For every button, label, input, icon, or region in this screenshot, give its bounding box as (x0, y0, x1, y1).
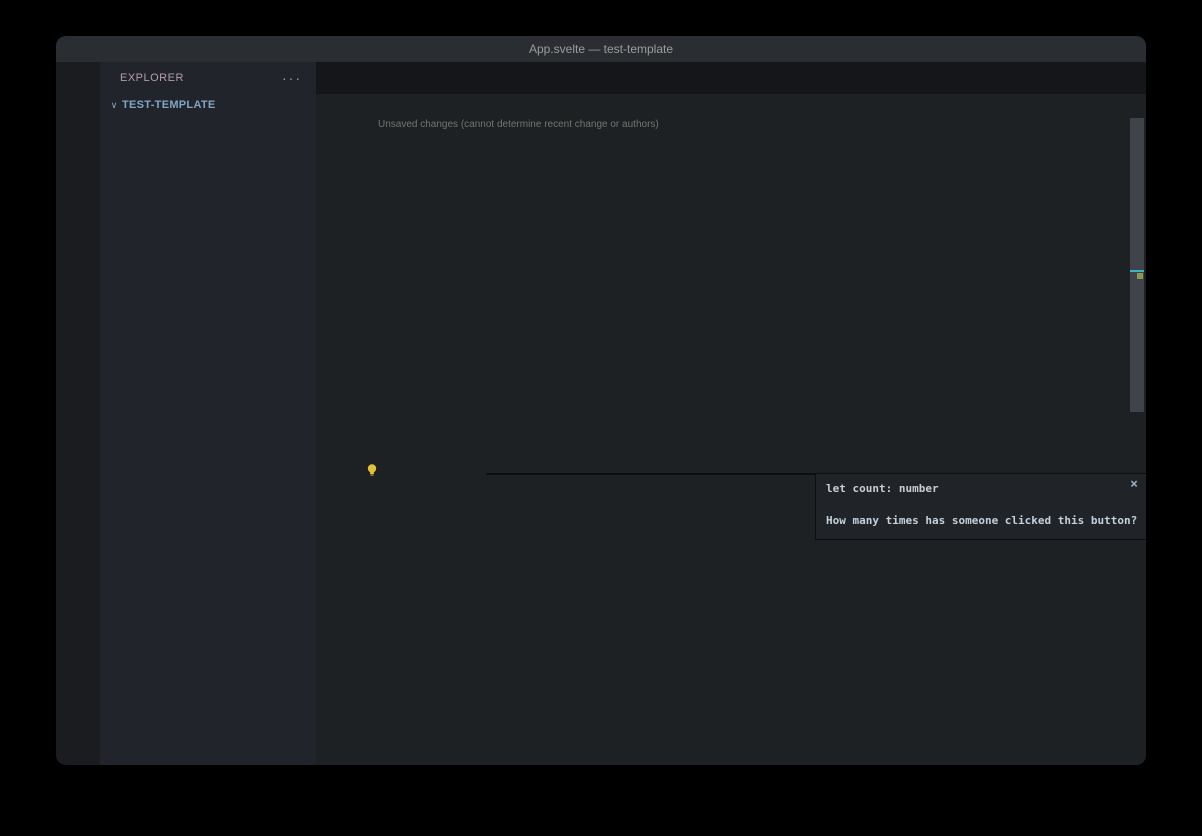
screen: App.svelte — test-template EXPLORER ··· … (0, 0, 1202, 836)
minimize-window-button[interactable] (88, 43, 100, 55)
scrollbar-thumb[interactable] (1130, 118, 1144, 412)
breadcrumb (316, 94, 1146, 116)
sidebar-header: EXPLORER ··· (100, 62, 316, 94)
project-root-label: TEST-TEMPLATE (122, 99, 216, 111)
tab-bar (316, 62, 1146, 94)
editor-actions (1132, 62, 1146, 94)
sidebar-title: EXPLORER (120, 72, 282, 84)
title-bar[interactable]: App.svelte — test-template (56, 36, 1146, 62)
overview-modified-marker (1137, 273, 1143, 279)
suggest-details-panel: let count: number How many times has som… (815, 473, 1146, 540)
code-editor[interactable]: Unsaved changes (cannot determine recent… (316, 116, 1146, 765)
editor-scrollbar (1130, 116, 1144, 765)
more-actions-icon[interactable]: ··· (282, 70, 302, 86)
suggest-signature: let count: number (826, 482, 939, 495)
overview-cursor-marker (1130, 270, 1144, 272)
project-root-row[interactable]: ∨ TEST-TEMPLATE (100, 94, 316, 116)
window-title: App.svelte — test-template (56, 42, 1146, 56)
lightbulb-icon[interactable] (364, 462, 380, 478)
close-icon[interactable]: × (1130, 477, 1138, 492)
window-controls (68, 36, 120, 62)
zoom-window-button[interactable] (108, 43, 120, 55)
intellisense-suggest-widget (486, 473, 816, 475)
codelens-unsaved-notice: Unsaved changes (cannot determine recent… (378, 119, 659, 130)
chevron-down-icon: ∨ (106, 100, 122, 111)
activity-bar (56, 62, 101, 765)
editor-group: Unsaved changes (cannot determine recent… (316, 62, 1146, 765)
close-window-button[interactable] (68, 43, 80, 55)
suggest-documentation: How many times has someone clicked this … (826, 514, 1137, 527)
vscode-window: App.svelte — test-template EXPLORER ··· … (56, 36, 1146, 765)
explorer-sidebar: EXPLORER ··· ∨ TEST-TEMPLATE (100, 62, 317, 765)
